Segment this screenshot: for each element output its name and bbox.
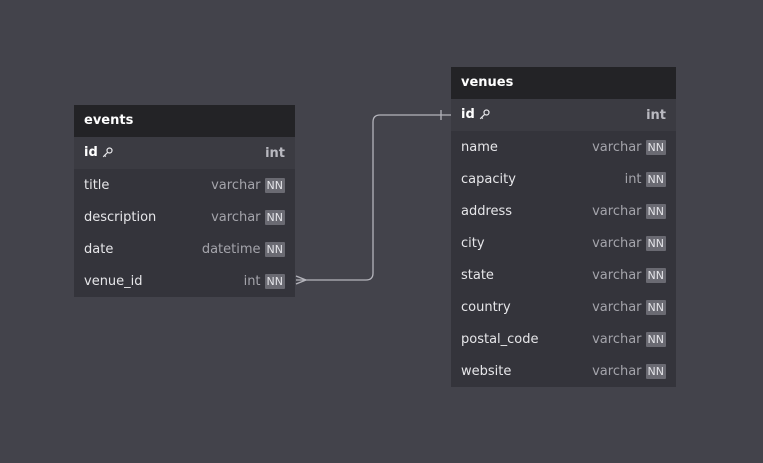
column-name: venue_id	[84, 273, 143, 289]
column-row-venue-id[interactable]: venue_id int NN	[74, 265, 295, 297]
column-row-title[interactable]: title varchar NN	[74, 169, 295, 201]
column-name: website	[461, 363, 512, 379]
column-row-id[interactable]: id int	[451, 99, 676, 131]
table-events[interactable]: events id int title varchar NN descripti…	[74, 105, 295, 297]
column-name: postal_code	[461, 331, 539, 347]
column-type: varchar	[592, 203, 642, 219]
crowfoot-many-marker	[295, 275, 307, 285]
column-type: varchar	[592, 363, 642, 379]
column-type: varchar	[211, 177, 261, 193]
column-name: address	[461, 203, 513, 219]
column-row-website[interactable]: website varchar NN	[451, 355, 676, 387]
column-name: date	[84, 241, 114, 257]
key-icon	[102, 146, 113, 162]
not-null-badge: NN	[264, 273, 285, 289]
column-type: int	[624, 171, 642, 187]
column-type: varchar	[592, 299, 642, 315]
column-name: description	[84, 209, 157, 225]
column-type: varchar	[592, 235, 642, 251]
table-venues[interactable]: venues id int name varchar NN capacity i…	[451, 67, 676, 387]
column-type: varchar	[592, 331, 642, 347]
column-row-state[interactable]: state varchar NN	[451, 259, 676, 291]
not-null-badge: NN	[264, 241, 285, 257]
not-null-badge: NN	[645, 235, 666, 251]
column-row-name[interactable]: name varchar NN	[451, 131, 676, 163]
column-name: country	[461, 299, 511, 315]
not-null-badge: NN	[645, 139, 666, 155]
relationship-edge-events-venues[interactable]	[296, 114, 451, 281]
not-null-badge: NN	[264, 177, 285, 193]
column-type: datetime	[201, 241, 261, 257]
column-name: title	[84, 177, 110, 193]
column-name: capacity	[461, 171, 516, 187]
table-title[interactable]: events	[74, 105, 295, 137]
column-type: int	[265, 145, 285, 161]
column-type: int	[646, 107, 666, 123]
not-null-badge: NN	[645, 171, 666, 187]
column-row-capacity[interactable]: capacity int NN	[451, 163, 676, 195]
column-name: name	[461, 139, 498, 155]
column-name-container: id	[461, 107, 646, 124]
diagram-canvas[interactable]: events id int title varchar NN descripti…	[0, 0, 763, 463]
column-name: id	[84, 144, 98, 160]
column-type: varchar	[592, 267, 642, 283]
column-name-container: id	[84, 145, 265, 162]
column-row-address[interactable]: address varchar NN	[451, 195, 676, 227]
not-null-badge: NN	[264, 209, 285, 225]
not-null-badge: NN	[645, 299, 666, 315]
column-row-date[interactable]: date datetime NN	[74, 233, 295, 265]
column-name: city	[461, 235, 485, 251]
not-null-badge: NN	[645, 331, 666, 347]
table-title[interactable]: venues	[451, 67, 676, 99]
column-row-id[interactable]: id int	[74, 137, 295, 169]
column-type: int	[243, 273, 261, 289]
column-row-city[interactable]: city varchar NN	[451, 227, 676, 259]
not-null-badge: NN	[645, 203, 666, 219]
column-name: state	[461, 267, 494, 283]
column-type: varchar	[211, 209, 261, 225]
column-row-country[interactable]: country varchar NN	[451, 291, 676, 323]
column-row-description[interactable]: description varchar NN	[74, 201, 295, 233]
column-name: id	[461, 106, 475, 122]
not-null-badge: NN	[645, 267, 666, 283]
not-null-badge: NN	[645, 363, 666, 379]
column-row-postal-code[interactable]: postal_code varchar NN	[451, 323, 676, 355]
column-type: varchar	[592, 139, 642, 155]
key-icon	[479, 108, 490, 124]
